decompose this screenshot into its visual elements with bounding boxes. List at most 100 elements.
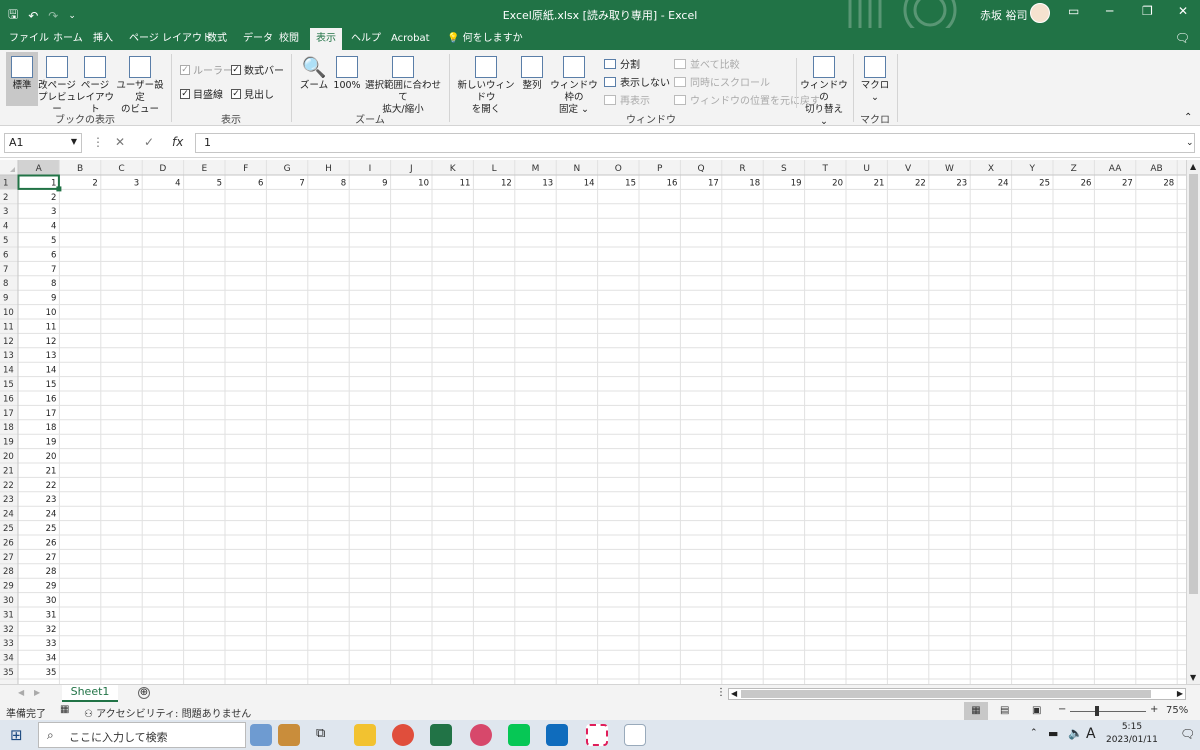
normal-view-status-icon[interactable]: ▦ (964, 702, 988, 720)
page-break-preview-button[interactable]: 改ページ プレビュー (38, 56, 76, 116)
column-header-G[interactable]: G (284, 164, 291, 174)
arrange-all-button[interactable]: 整列 (518, 56, 546, 92)
column-header-P[interactable]: P (657, 164, 663, 174)
tab-review[interactable]: 校閲 (276, 28, 302, 50)
column-header-Z[interactable]: Z (1071, 164, 1077, 174)
column-header-Y[interactable]: Y (1029, 164, 1036, 174)
task-view-icon[interactable]: ⧉ (316, 726, 325, 741)
column-header-AB[interactable]: AB (1150, 164, 1162, 174)
row-header-3[interactable]: 3 (3, 207, 8, 217)
row-header-8[interactable]: 8 (3, 279, 8, 289)
row-header-23[interactable]: 23 (3, 495, 14, 505)
page-layout-button[interactable]: ページ レイアウト (76, 56, 114, 116)
notification-icon[interactable]: 🗨 (1180, 727, 1195, 741)
column-header-L[interactable]: L (492, 164, 497, 174)
taskbar-search[interactable]: ⌕ ここに入力して検索 (38, 722, 246, 748)
column-header-Q[interactable]: Q (698, 164, 705, 174)
volume-icon[interactable]: 🔈 (1068, 726, 1083, 740)
row-header-13[interactable]: 13 (3, 351, 14, 361)
tab-home[interactable]: ホーム (50, 28, 86, 50)
scroll-up-icon[interactable]: ▲ (1190, 162, 1196, 171)
tab-view[interactable]: 表示 (310, 28, 342, 50)
row-header-24[interactable]: 24 (3, 510, 14, 520)
scroll-right-icon[interactable]: ▶ (1177, 689, 1183, 698)
restore-icon[interactable]: ❐ (1142, 4, 1153, 18)
page-break-status-icon[interactable]: ▣ (1032, 705, 1041, 716)
row-header-12[interactable]: 12 (3, 337, 14, 347)
column-header-T[interactable]: T (822, 164, 829, 174)
name-box[interactable]: A1 ▼ (4, 133, 82, 153)
zoom-out-button[interactable]: − (1058, 704, 1066, 715)
page-layout-status-icon[interactable]: ▤ (1000, 705, 1009, 716)
row-header-27[interactable]: 27 (3, 553, 14, 563)
battery-icon[interactable]: ▬ (1048, 727, 1058, 740)
tab-page-layout[interactable]: ページ レイアウト (126, 28, 215, 50)
tab-formulas[interactable]: 数式 (204, 28, 230, 50)
row-header-20[interactable]: 20 (3, 452, 14, 462)
row-header-19[interactable]: 19 (3, 438, 14, 448)
hide-button[interactable]: 表示しない (604, 74, 670, 89)
column-header-V[interactable]: V (905, 164, 912, 174)
row-header-34[interactable]: 34 (3, 654, 14, 664)
row-header-2[interactable]: 2 (3, 193, 8, 203)
avatar[interactable] (1030, 3, 1050, 23)
ime-indicator[interactable]: A (1086, 726, 1096, 742)
spreadsheet-grid[interactable]: A B C D E F G H I J K L M N O P Q R S T U V W X Y Z AA AB 1 2 3 4 5 6 7 8 9 1… (0, 160, 1186, 684)
column-header-M[interactable]: M (532, 164, 540, 174)
tab-help[interactable]: ヘルプ (348, 28, 384, 50)
zoom-slider-thumb[interactable] (1095, 706, 1099, 716)
tab-data[interactable]: データ (240, 28, 276, 50)
search-highlight-icon-2[interactable] (278, 724, 300, 746)
zoom-in-button[interactable]: + (1150, 704, 1158, 715)
column-header-AA[interactable]: AA (1109, 164, 1122, 174)
line-icon[interactable] (508, 724, 530, 746)
expand-formula-icon[interactable]: ⌄ (1186, 138, 1194, 148)
row-header-26[interactable]: 26 (3, 538, 14, 548)
column-header-W[interactable]: W (945, 164, 954, 174)
normal-view-button[interactable]: 標準 (6, 52, 38, 106)
paint-icon[interactable] (624, 724, 646, 746)
enter-icon[interactable]: ✓ (144, 135, 154, 149)
row-header-11[interactable]: 11 (3, 322, 14, 332)
accessibility-status[interactable]: ⚇ アクセシビリティ: 問題ありません (84, 705, 251, 720)
close-icon[interactable]: ✕ (1178, 4, 1188, 18)
column-header-X[interactable]: X (988, 164, 994, 174)
zoom-to-selection-button[interactable]: 選択範囲に合わせて 拡大/縮小 (362, 56, 444, 116)
column-header-C[interactable]: C (118, 164, 124, 174)
outlook-icon[interactable] (546, 724, 568, 746)
row-header-1[interactable]: 1 (3, 178, 8, 188)
headings-checkbox[interactable]: ✓ 見出し (231, 86, 274, 101)
row-header-17[interactable]: 17 (3, 409, 14, 419)
row-header-22[interactable]: 22 (3, 481, 14, 491)
ribbon-display-icon[interactable]: ▭ (1068, 4, 1079, 18)
split-button[interactable]: 分割 (604, 56, 640, 71)
column-header-J[interactable]: J (409, 164, 413, 174)
row-header-14[interactable]: 14 (3, 366, 14, 376)
column-header-U[interactable]: U (863, 164, 870, 174)
column-header-I[interactable]: I (369, 164, 372, 174)
freeze-panes-button[interactable]: ウィンドウ枠の 固定 ⌄ (546, 56, 602, 116)
column-header-F[interactable]: F (243, 164, 248, 174)
row-header-18[interactable]: 18 (3, 423, 14, 433)
zoom-slider[interactable] (1070, 711, 1146, 712)
row-header-33[interactable]: 33 (3, 639, 14, 649)
insert-function-icon[interactable]: fx (172, 135, 183, 149)
column-header-O[interactable]: O (615, 164, 622, 174)
collapse-ribbon-icon[interactable]: ⌃ (1184, 112, 1192, 123)
sheet-tab-sheet1[interactable]: Sheet1 (62, 685, 118, 702)
row-header-4[interactable]: 4 (3, 222, 8, 232)
scroll-down-icon[interactable]: ▼ (1190, 673, 1196, 682)
horizontal-scrollbar[interactable]: ◀ ▶ (728, 688, 1186, 700)
row-header-25[interactable]: 25 (3, 524, 14, 534)
chevron-down-icon[interactable]: ▼ (71, 137, 77, 146)
hscroll-thumb[interactable] (741, 690, 1151, 698)
windows-start-icon[interactable]: ⊞ (10, 726, 23, 744)
row-header-32[interactable]: 32 (3, 625, 14, 635)
row-header-6[interactable]: 6 (3, 250, 8, 260)
scroll-thumb[interactable] (1189, 174, 1198, 594)
column-header-R[interactable]: R (739, 164, 745, 174)
zoom-button[interactable]: 🔍 ズーム (298, 56, 330, 92)
column-header-N[interactable]: N (574, 164, 581, 174)
column-header-D[interactable]: D (159, 164, 166, 174)
row-header-21[interactable]: 21 (3, 466, 14, 476)
